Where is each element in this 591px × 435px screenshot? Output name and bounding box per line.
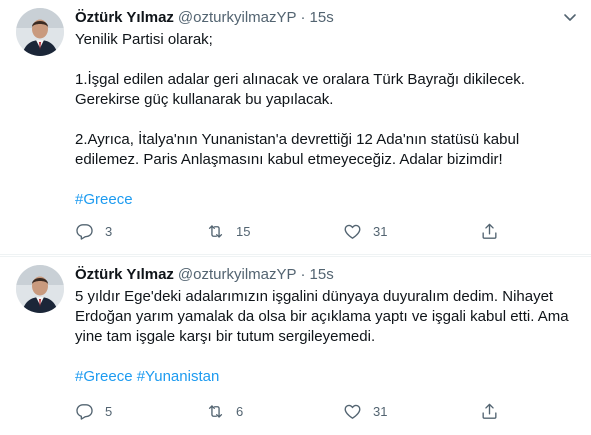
hashtag-line: #Greece — [75, 190, 567, 210]
tweet-text-line: Gerekirse güç kullanarak bu yapılacak. — [75, 91, 334, 108]
avatar-image — [16, 8, 64, 56]
retweet-count: 6 — [236, 403, 244, 419]
hashtag-link[interactable]: #Greece — [75, 368, 133, 385]
separator: · — [300, 8, 306, 26]
share-icon — [482, 403, 497, 419]
avatar[interactable] — [16, 8, 64, 56]
tweet[interactable]: Öztürk Yılmaz @ozturkyilmazYP · 15s 5 yı… — [0, 256, 591, 435]
like-count: 31 — [373, 403, 388, 419]
reply-icon — [76, 403, 93, 420]
author-handle[interactable]: @ozturkyilmazYP — [178, 266, 297, 283]
hashtag-link[interactable]: #Greece — [75, 191, 133, 208]
more-options-button[interactable] — [557, 4, 583, 30]
hashtag-link[interactable]: #Yunanistan — [137, 368, 220, 385]
tweet-text-line: edilemez. Paris Anlaşmasını kabul etmeye… — [75, 151, 503, 168]
reply-button[interactable]: 3 — [75, 219, 112, 243]
reply-icon — [76, 223, 93, 240]
share-button[interactable] — [480, 219, 499, 243]
tweet-text-line: 2.Ayrıca, İtalya'nın Yunanistan'a devret… — [75, 131, 520, 148]
chevron-down-icon — [564, 14, 576, 21]
avatar-image — [16, 265, 64, 313]
author-handle[interactable]: @ozturkyilmazYP — [178, 9, 297, 26]
like-button[interactable]: 31 — [343, 219, 387, 243]
tweet-text-line — [75, 110, 567, 130]
heart-icon — [344, 404, 361, 419]
tweet[interactable]: Öztürk Yılmaz @ozturkyilmazYP · 15s Yeni… — [0, 0, 591, 255]
tweet-text-line — [75, 170, 567, 190]
tweet-text-line: Yenilik Partisi olarak; — [75, 31, 213, 48]
tweet-actions: 3 15 31 — [75, 219, 567, 243]
share-icon — [482, 223, 497, 239]
tweet-text-line — [75, 347, 567, 367]
tweet-text: Yenilik Partisi olarak; 1.İşgal edilen a… — [75, 30, 567, 210]
timestamp[interactable]: 15s — [310, 9, 334, 26]
tweet-text-line: yine tam işgale karşı bir tutum sergiley… — [75, 328, 376, 345]
timestamp[interactable]: 15s — [310, 266, 334, 283]
tweet-text-line: 5 yıldır Ege'deki adalarımızın işgalini … — [75, 288, 554, 305]
tweet-header: Öztürk Yılmaz @ozturkyilmazYP · 15s — [75, 7, 334, 27]
retweet-button[interactable]: 6 — [206, 399, 243, 423]
reply-button[interactable]: 5 — [75, 399, 112, 423]
avatar[interactable] — [16, 265, 64, 313]
hashtag-line: #Greece #Yunanistan — [75, 367, 567, 387]
tweet-text-line: 1.İşgal edilen adalar geri alınacak ve o… — [75, 71, 525, 88]
tweet-header: Öztürk Yılmaz @ozturkyilmazYP · 15s — [75, 264, 334, 284]
retweet-button[interactable]: 15 — [206, 219, 250, 243]
retweet-icon — [208, 404, 223, 418]
like-count: 31 — [373, 223, 388, 239]
tweet-text-line: Erdoğan yarım yamalak da olsa bir açıkla… — [75, 308, 569, 325]
separator: · — [300, 265, 306, 283]
like-button[interactable]: 31 — [343, 399, 387, 423]
retweet-icon — [208, 224, 223, 238]
tweet-text-line — [75, 50, 567, 70]
author-name[interactable]: Öztürk Yılmaz — [75, 266, 174, 283]
tweet-text: 5 yıldır Ege'deki adalarımızın işgalini … — [75, 287, 569, 387]
author-name[interactable]: Öztürk Yılmaz — [75, 9, 174, 26]
share-button[interactable] — [480, 399, 499, 423]
heart-icon — [344, 224, 361, 239]
tweet-actions: 5 6 31 — [75, 399, 567, 423]
reply-count: 5 — [105, 403, 113, 419]
reply-count: 3 — [105, 223, 113, 239]
retweet-count: 15 — [236, 223, 251, 239]
